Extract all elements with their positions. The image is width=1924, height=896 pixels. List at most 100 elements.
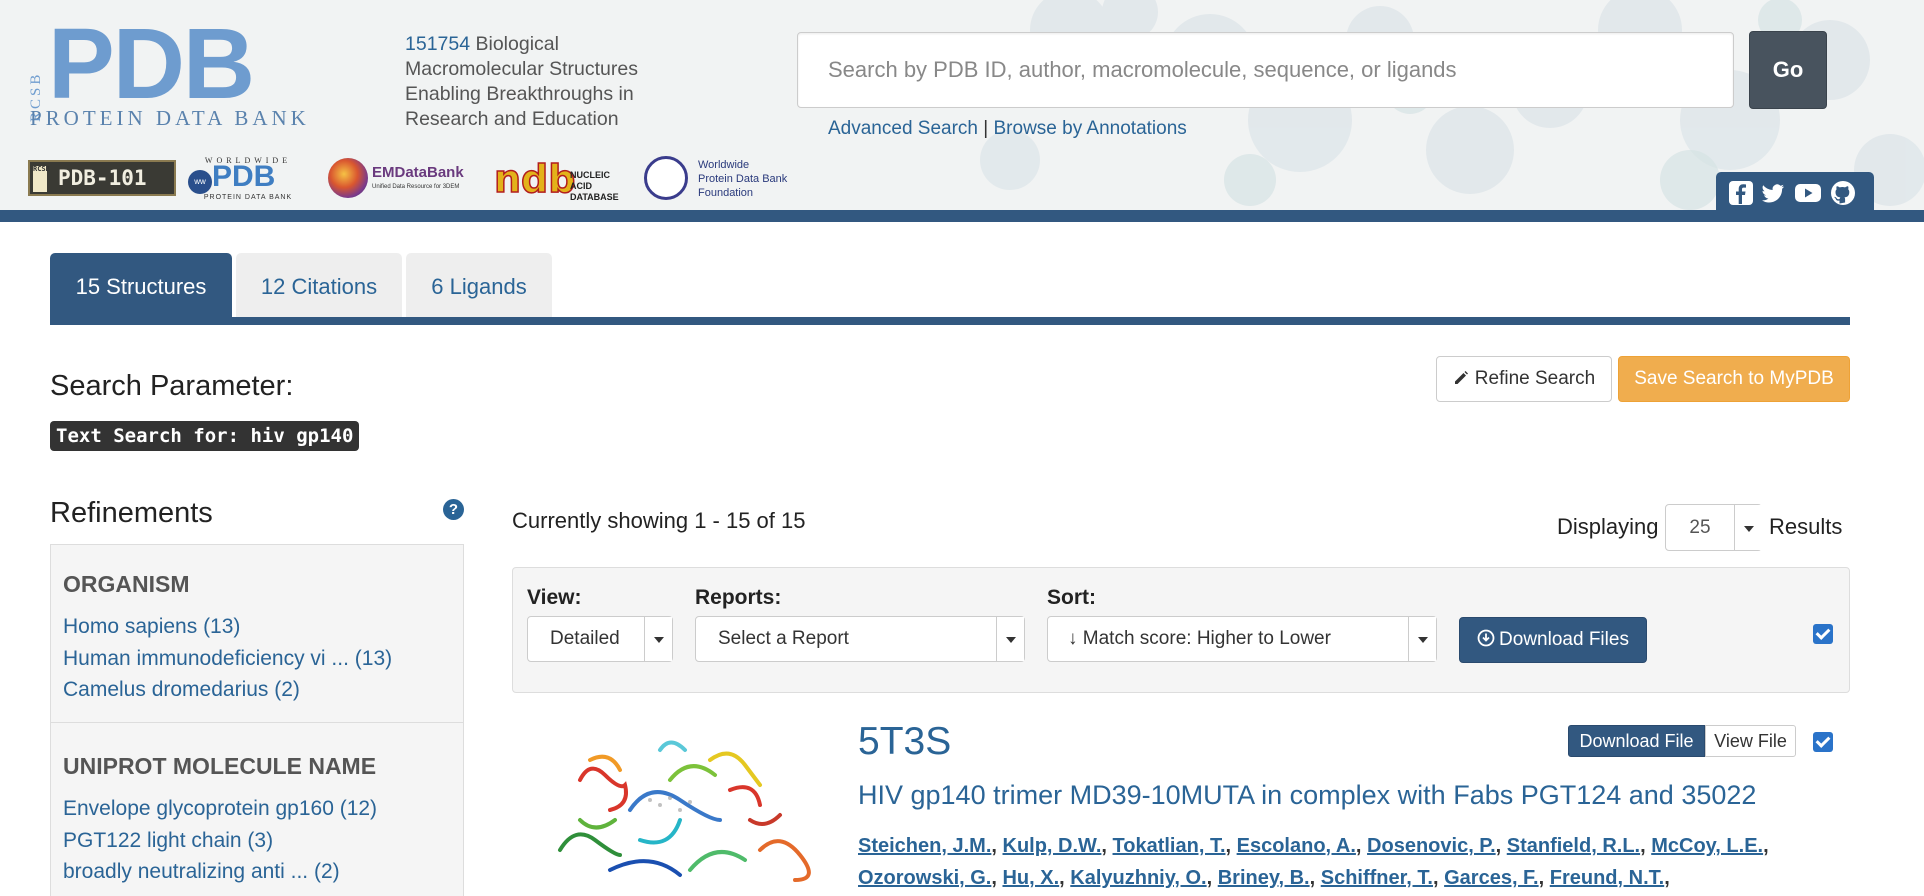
- author-link[interactable]: Kulp, D.W.: [1003, 835, 1102, 857]
- author-separator: ,: [1355, 835, 1368, 857]
- author-separator: ,: [1206, 867, 1218, 889]
- author-link[interactable]: McCoy, L.E.: [1651, 835, 1763, 857]
- logo-subtitle: PROTEIN DATA BANK: [30, 106, 310, 130]
- facet-item[interactable]: broadly neutralizing anti ... (2): [63, 860, 340, 884]
- results-count-text: Currently showing 1 - 15 of 15: [512, 508, 806, 533]
- author-separator: ,: [1432, 867, 1445, 889]
- foundation-text: Worldwide Protein Data Bank Foundation: [698, 158, 787, 200]
- author-link[interactable]: Schiffner, T.: [1321, 867, 1433, 889]
- results-per-page-select[interactable]: 25: [1665, 504, 1762, 551]
- author-link[interactable]: Hu, X.: [1002, 867, 1059, 889]
- download-file-button[interactable]: Download File: [1568, 725, 1705, 757]
- author-separator: ,: [1101, 835, 1113, 857]
- facet-item[interactable]: Homo sapiens (13): [63, 615, 240, 639]
- youtube-icon[interactable]: [1794, 180, 1821, 206]
- ndb-text: NUCLEIC ACID DATABASE: [570, 170, 634, 203]
- tab-underline: [50, 317, 1850, 325]
- ndb-line1: NUCLEIC ACID: [570, 170, 610, 191]
- download-circle-icon: [1477, 620, 1495, 664]
- author-separator: ,: [991, 867, 1003, 889]
- view-select-value: Detailed: [550, 628, 620, 649]
- chevron-down-icon: [1734, 505, 1762, 550]
- view-label: View:: [527, 586, 582, 609]
- twitter-icon[interactable]: [1760, 180, 1786, 206]
- facet-item[interactable]: Envelope glycoprotein gp160 (12): [63, 797, 377, 821]
- github-icon[interactable]: [1830, 180, 1856, 206]
- facet-item[interactable]: Camelus dromedarius (2): [63, 678, 300, 702]
- ndb-logo[interactable]: ndb NUCLEIC ACID DATABASE: [493, 159, 634, 203]
- author-separator: ,: [1495, 835, 1507, 857]
- site-header: RCSB PDB PROTEIN DATA BANK 151754 Biolog…: [0, 0, 1924, 210]
- refine-search-button[interactable]: Refine Search: [1436, 356, 1612, 402]
- browse-annotations-link[interactable]: Browse by Annotations: [994, 118, 1187, 139]
- structure-title-link[interactable]: HIV gp140 trimer MD39-10MUTA in complex …: [858, 780, 1756, 811]
- tab-ligands[interactable]: 6 Ligands: [406, 253, 552, 318]
- tab-citations[interactable]: 12 Citations: [236, 253, 402, 318]
- facet-item[interactable]: PGT122 light chain (3): [63, 829, 273, 853]
- author-separator: ,: [1538, 867, 1550, 889]
- displaying-label: Displaying: [1557, 514, 1659, 539]
- author-link[interactable]: Steichen, J.M.: [858, 835, 991, 857]
- wwpdb-logo[interactable]: WORLDWIDE ww PDB PROTEIN DATA BANK: [188, 156, 308, 202]
- results-toolbar: View: Detailed Reports: Select a Report …: [512, 567, 1850, 693]
- advanced-search-link[interactable]: Advanced Search: [828, 118, 978, 139]
- author-link[interactable]: Garces, F.: [1444, 867, 1539, 889]
- facet-item[interactable]: Human immunodeficiency vi ... (13): [63, 647, 392, 671]
- rcsb-pdb-logo[interactable]: RCSB PDB PROTEIN DATA BANK: [28, 14, 388, 130]
- author-link[interactable]: Dosenovic, P.: [1367, 835, 1496, 857]
- save-search-button[interactable]: Save Search to MyPDB: [1618, 356, 1850, 402]
- reports-label: Reports:: [695, 586, 782, 609]
- structure-id-link[interactable]: 5T3S: [858, 720, 951, 764]
- pdb101-logo[interactable]: RCSB PDB-101: [28, 160, 176, 196]
- view-file-button[interactable]: View File: [1705, 725, 1796, 757]
- download-files-button[interactable]: Download Files: [1459, 617, 1647, 663]
- author-separator: ,: [1664, 867, 1670, 889]
- pdb101-text: PDB-101: [58, 166, 147, 190]
- search-input[interactable]: [798, 33, 1733, 107]
- structure-thumbnail[interactable]: [520, 720, 820, 896]
- reports-select-value: Select a Report: [718, 628, 849, 649]
- emdb-name: EMDataBank: [372, 164, 464, 181]
- sort-select-value: ↓ Match score: Higher to Lower: [1068, 628, 1331, 649]
- emdatabank-logo[interactable]: EMDataBank Unified Data Resource for 3DE…: [328, 158, 478, 204]
- author-link[interactable]: Kalyuzhniy, O.: [1070, 867, 1206, 889]
- refinements-panel: ORGANISM Homo sapiens (13) Human immunod…: [50, 544, 464, 896]
- reports-select[interactable]: Select a Report: [695, 616, 1025, 662]
- help-icon[interactable]: ?: [443, 499, 464, 520]
- wpf-line1: Worldwide: [698, 159, 750, 171]
- social-links-bar: [1716, 172, 1874, 210]
- refine-search-label: Refine Search: [1474, 368, 1596, 389]
- author-link[interactable]: Stanfield, R.L.: [1507, 835, 1640, 857]
- search-field-container: [797, 32, 1734, 108]
- wwpdb-pdb-text: PDB: [212, 160, 276, 193]
- view-select[interactable]: Detailed: [527, 616, 673, 662]
- author-link[interactable]: Escolano, A.: [1237, 835, 1356, 857]
- facet-divider: [51, 722, 463, 723]
- tab-structures[interactable]: 15 Structures: [50, 253, 232, 318]
- select-all-checkbox[interactable]: [1813, 624, 1833, 644]
- ndb-line2: DATABASE: [570, 192, 619, 202]
- download-files-label: Download Files: [1499, 629, 1629, 650]
- author-separator: ,: [1763, 835, 1769, 857]
- author-link[interactable]: Tokatlian, T.: [1113, 835, 1226, 857]
- author-link[interactable]: Ozorowski, G.: [858, 867, 991, 889]
- results-per-page-value: 25: [1689, 517, 1711, 538]
- wwpdb-globe-icon: ww: [188, 170, 212, 194]
- structure-count: 151754: [405, 33, 471, 55]
- sort-select[interactable]: ↓ Match score: Higher to Lower: [1047, 616, 1437, 662]
- facebook-icon[interactable]: [1728, 180, 1754, 206]
- wwpdb-subtitle: PROTEIN DATA BANK: [203, 194, 293, 201]
- chevron-down-icon: [996, 617, 1024, 661]
- search-query-badge: Text Search for: hiv gp140: [50, 421, 360, 451]
- logo-pdb-letters: PDB: [48, 8, 255, 120]
- result-select-checkbox[interactable]: [1813, 732, 1833, 752]
- protein-ribbon-image: [558, 740, 811, 882]
- pdb101-rcsb-mark: RCSB: [33, 166, 50, 192]
- emdb-tagline: Unified Data Resource for 3DEM: [372, 184, 460, 190]
- author-separator: ,: [1640, 835, 1652, 857]
- chevron-down-icon: [644, 617, 672, 661]
- author-link[interactable]: Briney, B.: [1218, 867, 1310, 889]
- wwpdb-foundation-logo[interactable]: Worldwide Protein Data Bank Foundation: [644, 156, 814, 202]
- author-link[interactable]: Freund, N.T.: [1550, 867, 1664, 889]
- go-button[interactable]: Go: [1749, 31, 1827, 109]
